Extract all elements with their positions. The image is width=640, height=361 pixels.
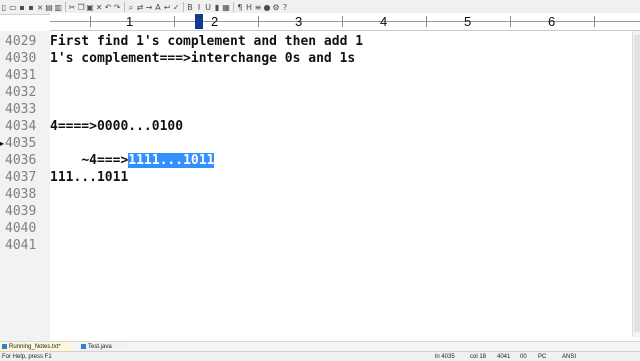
font-size-icon[interactable]: A — [154, 3, 162, 12]
italic-icon[interactable]: I — [195, 3, 203, 12]
spell-check-icon[interactable]: ✓ — [172, 3, 180, 12]
ruler-tick — [594, 16, 595, 27]
line-number: 4037 — [5, 170, 37, 185]
current-line-marker-icon: ▸ — [0, 139, 5, 148]
goto-icon[interactable]: → — [145, 3, 153, 12]
copy-icon[interactable]: ❐ — [77, 3, 85, 12]
tab-label: Running_Notes.txt* — [9, 344, 61, 350]
redo-icon[interactable]: ↷ — [113, 3, 121, 12]
selected-text[interactable]: 1111...1011 — [128, 153, 215, 168]
print-preview-icon[interactable]: ▥ — [54, 3, 62, 12]
bold-icon[interactable]: B — [186, 3, 194, 12]
line-number: 4030 — [5, 51, 37, 66]
toolbar-separator — [124, 2, 125, 12]
ruler-tick — [342, 16, 343, 27]
toolbar-separator — [65, 2, 66, 12]
delete-icon[interactable]: ✕ — [95, 3, 103, 12]
line-number: 4033 — [5, 102, 37, 117]
ruler-tick — [258, 16, 259, 27]
code-line[interactable]: First find 1's complement and then add 1 — [50, 33, 363, 50]
line-number: 4036 — [5, 153, 37, 168]
line-number-gutter: 4029 4030 4031 4032 4033 4034 ▸ 4035 403… — [0, 31, 50, 342]
toolbar-separator — [233, 2, 234, 12]
underline-icon[interactable]: U — [204, 3, 212, 12]
ruler-cursor-marker[interactable] — [195, 14, 203, 29]
ruler-tick — [90, 16, 91, 27]
new-file-icon[interactable]: ▯ — [0, 3, 8, 12]
line-number: 4032 — [5, 85, 37, 100]
hex-mode-icon[interactable]: H — [245, 3, 253, 12]
line-number: 4029 — [5, 34, 37, 49]
column-ruler: 1 2 3 4 5 6 — [50, 13, 640, 31]
column-mode-icon[interactable]: ▦ — [222, 3, 230, 12]
toolbar-icons: ▯ ▭ ▪ ▪ × ▤ ▥ ✂ ❐ ▣ ✕ ↶ ↷ ⌕ ⇄ → A ↩ ✓ B I U ▮ ▦ ¶ H ≡ ● ⚙? — [0, 1, 290, 13]
line-number: 4041 — [5, 238, 37, 253]
ruler-number-6: 6 — [548, 14, 556, 29]
word-wrap-icon[interactable]: ↩ — [163, 3, 171, 12]
compare-icon[interactable]: ≡ — [254, 3, 262, 12]
ruler-tick — [510, 16, 511, 27]
close-file-icon[interactable]: × — [36, 3, 44, 12]
line-number: 4035 — [5, 136, 37, 151]
replace-icon[interactable]: ⇄ — [136, 3, 144, 12]
java-file-icon — [81, 343, 86, 349]
text-editor[interactable]: First find 1's complement and then add 1… — [50, 31, 636, 342]
ruler-tick — [426, 16, 427, 27]
line-number: 4038 — [5, 187, 37, 202]
line-number: 4034 — [5, 119, 37, 134]
code-line[interactable]: 4====>0000...0100 — [50, 118, 183, 135]
ruler-tick — [174, 16, 175, 27]
ruler-number-5: 5 — [464, 14, 472, 29]
line-number: 4031 — [5, 68, 37, 83]
scrollbar-thumb[interactable] — [634, 35, 640, 332]
whitespace-icon[interactable]: ¶ — [236, 3, 244, 12]
undo-icon[interactable]: ↶ — [104, 3, 112, 12]
macro-icon[interactable]: ● — [263, 3, 271, 12]
open-folder-icon[interactable]: ▭ — [9, 3, 17, 12]
ruler-number-1: 1 — [126, 14, 134, 29]
toolbar-separator — [183, 2, 184, 12]
line-number: 4039 — [5, 204, 37, 219]
ruler-number-4: 4 — [380, 14, 388, 29]
line-number: 4040 — [5, 221, 37, 236]
help-icon[interactable]: ? — [281, 3, 289, 12]
ruler-number-2: 2 — [211, 14, 219, 29]
highlight-icon[interactable]: ▮ — [213, 3, 221, 12]
cut-icon[interactable]: ✂ — [68, 3, 76, 12]
paste-icon[interactable]: ▣ — [86, 3, 94, 12]
save-icon[interactable]: ▪ — [18, 3, 26, 12]
save-all-icon[interactable]: ▪ — [27, 3, 35, 12]
code-line[interactable]: 111...1011 — [50, 169, 128, 186]
tab-label: Test.java — [88, 344, 112, 350]
text-file-icon — [2, 343, 7, 349]
code-text[interactable]: ~4===> — [81, 153, 128, 168]
print-icon[interactable]: ▤ — [45, 3, 53, 12]
find-icon[interactable]: ⌕ — [127, 3, 135, 12]
code-line[interactable]: 1's complement===>interchange 0s and 1s — [50, 50, 355, 67]
settings-icon[interactable]: ⚙ — [272, 3, 280, 12]
ruler-number-3: 3 — [295, 14, 303, 29]
tab-test-java[interactable]: Test.java — [79, 343, 129, 351]
vertical-scrollbar[interactable] — [632, 31, 640, 337]
